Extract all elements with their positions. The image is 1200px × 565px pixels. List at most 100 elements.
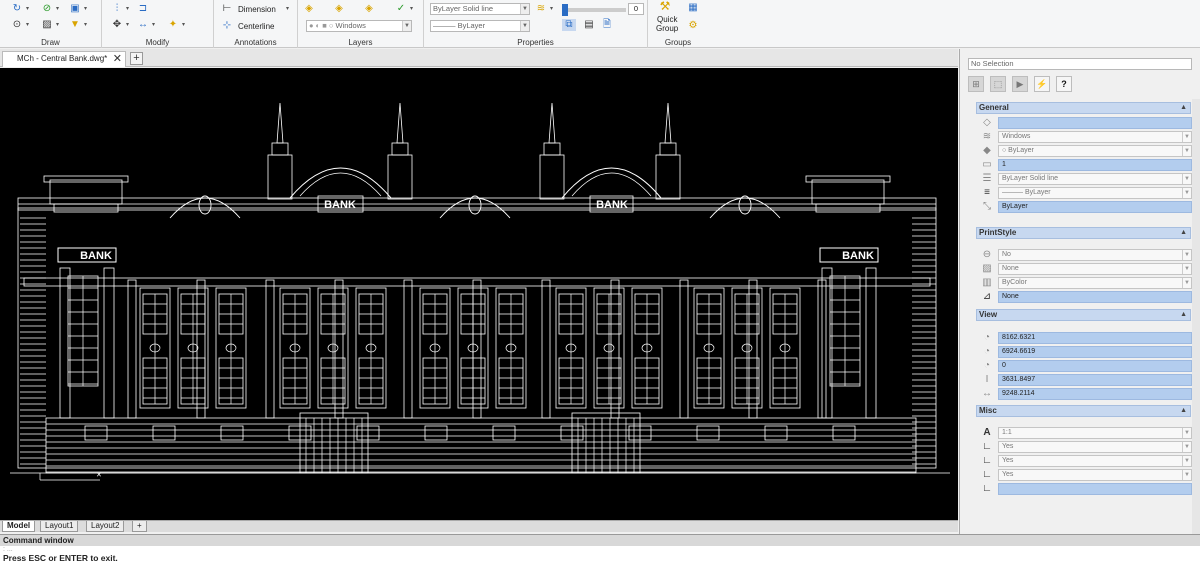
chevron-down-icon[interactable]: ▼ <box>1182 174 1191 184</box>
prop-row-linetype[interactable]: ☰ ByLayer Solid line ▼ <box>976 172 1192 186</box>
section-misc[interactable]: Misc ▲ <box>976 405 1191 417</box>
layer-combo[interactable]: ● ◐ ■ ○ Windows ▼ <box>306 20 412 32</box>
explode-icon[interactable]: ✦ <box>166 19 180 31</box>
chevron-down-icon[interactable]: ▼ <box>520 21 529 31</box>
group-manager-icon[interactable]: ▦ <box>686 2 700 14</box>
panel-scrollbar[interactable] <box>1192 99 1200 534</box>
move-icon[interactable]: ✥ <box>110 19 124 31</box>
quick-group-label-line1[interactable]: Quick <box>657 15 677 24</box>
match-properties-icon[interactable]: ≋ <box>534 3 548 15</box>
help-icon[interactable]: ? <box>1056 76 1072 92</box>
close-icon[interactable]: ✕ <box>113 52 122 66</box>
prop-row-ucs-per-viewport[interactable]: ∟ Yes ▼ <box>976 468 1192 482</box>
command-window[interactable]: : ... Press ESC or ENTER to exit. <box>0 546 1200 565</box>
prop-row-ucs-at-origin[interactable]: ∟ Yes ▼ <box>976 454 1192 468</box>
add-tab-button[interactable]: + <box>130 52 143 65</box>
chevron-down-icon[interactable]: ▼ <box>402 21 411 31</box>
chevron-down-icon[interactable]: ▼ <box>1182 264 1191 274</box>
hatch-dropdown-icon[interactable]: ▾ <box>56 21 59 28</box>
prop-row-center-z[interactable]: ◔ 0 <box>976 359 1192 373</box>
layer-match-icon[interactable]: ✓ <box>394 3 408 15</box>
prop-row-plotstyle-table[interactable]: ▥ ByColor ▼ <box>976 276 1192 290</box>
lineweight-combo[interactable]: ——— ByLayer ▼ <box>430 20 530 32</box>
polyline-dropdown-icon[interactable]: ▾ <box>26 5 29 12</box>
document-tab[interactable]: MCh - Central Bank.dwg* ✕ <box>2 51 126 67</box>
dimension-dropdown-icon[interactable]: ▾ <box>286 5 289 12</box>
collapse-icon[interactable]: ▲ <box>1180 103 1187 113</box>
chevron-down-icon[interactable]: ▼ <box>1182 146 1191 156</box>
stretch-icon[interactable]: ↔ <box>136 19 150 31</box>
select-objects-icon[interactable]: ⬚ <box>990 76 1006 92</box>
section-printstyle[interactable]: PrintStyle ▲ <box>976 227 1191 239</box>
transparency-value[interactable]: 0 <box>628 3 644 15</box>
chevron-down-icon[interactable]: ▼ <box>1182 470 1191 480</box>
document-icon[interactable]: 🗎 <box>600 19 614 31</box>
section-general[interactable]: General ▲ <box>976 102 1191 114</box>
tab-layout1[interactable]: Layout1 <box>40 521 79 532</box>
prop-row-annotation-scale[interactable]: A 1:1 ▼ <box>976 426 1192 440</box>
quick-group-icon[interactable]: ⚒ <box>658 0 672 12</box>
circle-dropdown-icon[interactable]: ▾ <box>26 21 29 28</box>
collapse-icon[interactable]: ▲ <box>1180 310 1187 320</box>
chevron-down-icon[interactable]: ▼ <box>1182 456 1191 466</box>
rectangle-dropdown-icon[interactable]: ▾ <box>84 5 87 12</box>
prop-row-transparency[interactable]: ⤡ ByLayer <box>976 200 1192 214</box>
layer-current-icon[interactable]: ◈ <box>332 3 346 15</box>
transparency-slider[interactable] <box>562 4 626 16</box>
layer-properties-icon[interactable]: ◈ <box>302 3 316 15</box>
prop-row-height[interactable]: I 3631.8497 <box>976 373 1192 387</box>
prop-row-center-x[interactable]: ◔ 8162.6321 <box>976 331 1192 345</box>
align-dropdown-icon[interactable]: ▾ <box>126 5 129 12</box>
layer-previous-icon[interactable]: ◈ <box>362 3 376 15</box>
dimension-icon[interactable]: ⊢ <box>220 3 234 15</box>
chevron-down-icon[interactable]: ▼ <box>1182 428 1191 438</box>
selection-dropdown[interactable]: No Selection <box>968 58 1192 70</box>
prop-row-ucs-name[interactable]: ∟ <box>976 482 1192 496</box>
add-layout-tab[interactable]: + <box>132 521 147 532</box>
group-edit-icon[interactable]: ⚙ <box>686 20 700 32</box>
stretch-dropdown-icon[interactable]: ▾ <box>152 21 155 28</box>
list-properties-icon[interactable]: ⧉ <box>562 19 576 31</box>
quick-select-icon[interactable]: ▶ <box>1012 76 1028 92</box>
layer-match-dropdown-icon[interactable]: ▾ <box>410 5 413 12</box>
collapse-icon[interactable]: ▲ <box>1180 406 1187 416</box>
lightning-select-icon[interactable]: ⚡ <box>1034 76 1050 92</box>
arc-dropdown-icon[interactable]: ▾ <box>56 5 59 12</box>
fillet-icon[interactable]: ⊐ <box>136 3 150 15</box>
polyline-icon[interactable]: ↻ <box>10 3 24 15</box>
hatch-icon[interactable]: ▨ <box>40 19 54 31</box>
prop-row-color[interactable]: ◇ <box>976 116 1192 130</box>
dimension-button[interactable]: Dimension <box>238 5 276 14</box>
drawing-canvas[interactable]: ✕ BANK BANK BANK BANK <box>0 68 958 520</box>
prop-row-linetype-scale[interactable]: ▭ 1 <box>976 158 1192 172</box>
chevron-down-icon[interactable]: ▼ <box>1182 278 1191 288</box>
collapse-icon[interactable]: ▲ <box>1180 228 1187 238</box>
match-properties-dropdown-icon[interactable]: ▾ <box>550 5 553 12</box>
prop-row-center-y[interactable]: ◔ 6924.6619 <box>976 345 1192 359</box>
explode-dropdown-icon[interactable]: ▾ <box>182 21 185 28</box>
triangle-icon[interactable]: ▼ <box>68 19 82 31</box>
prop-row-layer[interactable]: ≋ Windows ▼ <box>976 130 1192 144</box>
tab-layout2[interactable]: Layout2 <box>86 521 125 532</box>
section-view[interactable]: View ▲ <box>976 309 1191 321</box>
toggle-pickadd-icon[interactable]: ⊞ <box>968 76 984 92</box>
arc-icon[interactable]: ⊘ <box>40 3 54 15</box>
triangle-dropdown-icon[interactable]: ▾ <box>84 21 87 28</box>
prop-row-lineweight[interactable]: ≡ ——— ByLayer ▼ <box>976 186 1192 200</box>
linetype-combo[interactable]: ByLayer Solid line ▼ <box>430 3 530 15</box>
prop-row-linecolor[interactable]: ◆ ○ ByLayer ▼ <box>976 144 1192 158</box>
move-dropdown-icon[interactable]: ▾ <box>126 21 129 28</box>
circle-icon[interactable]: ⊙ <box>10 19 24 31</box>
prop-row-plot[interactable]: ⊖ No ▼ <box>976 248 1192 262</box>
tab-model[interactable]: Model <box>2 521 36 532</box>
prop-row-ucs-icon-on[interactable]: ∟ Yes ▼ <box>976 440 1192 454</box>
chevron-down-icon[interactable]: ▼ <box>520 4 529 14</box>
prop-row-plotstyle[interactable]: ▨ None ▼ <box>976 262 1192 276</box>
chevron-down-icon[interactable]: ▼ <box>1182 188 1191 198</box>
prop-row-width[interactable]: ↔ 9248.2114 <box>976 387 1192 401</box>
table-icon[interactable]: ▤ <box>582 19 596 31</box>
chevron-down-icon[interactable]: ▼ <box>1182 250 1191 260</box>
prop-row-plotstyle-attached[interactable]: ⊿ None <box>976 290 1192 304</box>
quick-group-label-line2[interactable]: Group <box>656 24 678 33</box>
chevron-down-icon[interactable]: ▼ <box>1182 442 1191 452</box>
